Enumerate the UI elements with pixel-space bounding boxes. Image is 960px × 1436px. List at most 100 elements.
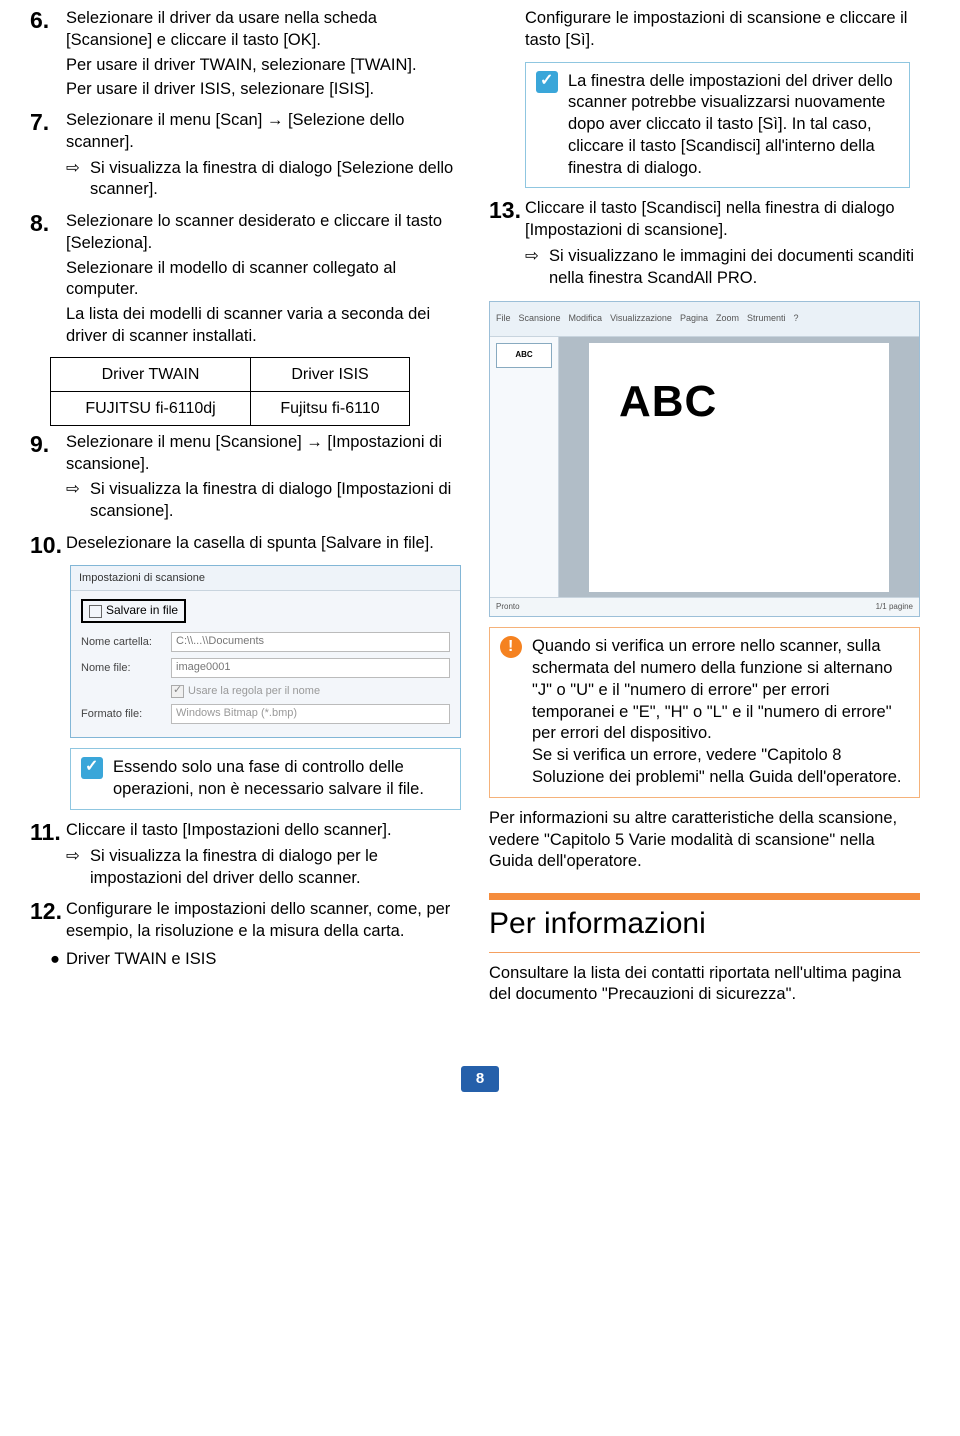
step-number: 7. (30, 110, 66, 205)
section-heading: Per informazioni (489, 904, 920, 944)
step-body: Cliccare il tasto [Impostazioni dello sc… (66, 820, 461, 893)
driver-table: Driver TWAIN Driver ISIS FUJITSU fi-6110… (50, 357, 410, 426)
result-indicator: ⇨ Si visualizza la finestra di dialogo [… (66, 158, 461, 202)
step-number: 13. (489, 198, 525, 293)
status-left: Pronto (496, 602, 520, 613)
step-number: 11. (30, 820, 66, 893)
note-text: La finestra delle impostazioni del drive… (568, 71, 899, 180)
step-8-text-b: Selezionare il modello di scanner colleg… (66, 258, 461, 302)
thumbnail-item[interactable]: ABC (496, 343, 552, 368)
step-11: 11. Cliccare il tasto [Impostazioni dell… (30, 820, 461, 893)
checkbox-icon (89, 605, 102, 618)
step-8-text-c: La lista dei modelli di scanner varia a … (66, 304, 461, 348)
table-cell-twain: FUJITSU fi-6110dj (51, 391, 251, 425)
step-number: 12. (30, 899, 66, 943)
right-column: Configurare le impostazioni di scansione… (489, 8, 920, 1006)
step-8: 8. Selezionare lo scanner desiderato e c… (30, 211, 461, 351)
app-toolbar: FileScansioneModificaVisualizzazionePagi… (490, 302, 919, 337)
warning-text: Quando si verifica un errore nello scann… (532, 636, 909, 788)
scan-settings-dialog: Impostazioni di scansione Salvare in fil… (70, 565, 461, 738)
folder-field[interactable]: C:\\...\\Documents (171, 632, 450, 652)
step-12: 12. Configurare le impostazioni dello sc… (30, 899, 461, 943)
format-label: Formato file: (81, 707, 161, 722)
status-bar: Pronto 1/1 pagine (490, 597, 919, 616)
table-cell-isis: Fujitsu fi-6110 (251, 391, 410, 425)
arrow-icon: ⇨ (66, 479, 90, 523)
step-number: 8. (30, 211, 66, 351)
file-name-row: Nome file: image0001 (71, 655, 460, 681)
arrow-icon: ⇨ (66, 158, 90, 202)
check-icon (81, 757, 103, 779)
step-6-text-c: Per usare il driver ISIS, selezionare [I… (66, 79, 461, 101)
step-13-text: Cliccare il tasto [Scandisci] nella fine… (525, 198, 920, 242)
step-body: Cliccare il tasto [Scandisci] nella fine… (525, 198, 920, 293)
note-box-rescan: La finestra delle impostazioni del drive… (525, 62, 910, 189)
step-6: 6. Selezionare il driver da usare nella … (30, 8, 461, 104)
warning-box: Quando si verifica un errore nello scann… (489, 627, 920, 797)
step-11-result: Si visualizza la finestra di dialogo per… (90, 846, 461, 890)
step-9-text: Selezionare il menu [Scansione] → [Impos… (66, 432, 461, 476)
file-field[interactable]: image0001 (171, 658, 450, 678)
step-9-result: Si visualizza la finestra di dialogo [Im… (90, 479, 461, 523)
page-container: 6. Selezionare il driver da usare nella … (0, 0, 960, 1036)
warning-icon (500, 636, 522, 658)
step-body: Selezionare il menu [Scansione] → [Impos… (66, 432, 461, 527)
step-13: 13. Cliccare il tasto [Scandisci] nella … (489, 198, 920, 293)
step-11-text: Cliccare il tasto [Impostazioni dello sc… (66, 820, 461, 842)
checkbox-icon: ✓ (171, 685, 184, 698)
scanned-page: ABC (589, 343, 889, 591)
folder-name-row: Nome cartella: C:\\...\\Documents (71, 629, 460, 655)
arrow-icon: ⇨ (66, 846, 90, 890)
step-number: 6. (30, 8, 66, 104)
name-rule-label: Usare la regola per il nome (188, 684, 320, 699)
step-body: Selezionare lo scanner desiderato e clic… (66, 211, 461, 351)
result-indicator: ⇨ Si visualizza la finestra di dialogo [… (66, 479, 461, 523)
step-body: Selezionare il menu [Scan] → [Selezione … (66, 110, 461, 205)
page-number-badge: 8 (461, 1066, 499, 1092)
step-9: 9. Selezionare il menu [Scansione] → [Im… (30, 432, 461, 527)
bullet-icon: ● (50, 949, 66, 971)
scandall-window: FileScansioneModificaVisualizzazionePagi… (489, 301, 920, 617)
step-body: Deselezionare la casella di spunta [Salv… (66, 533, 461, 557)
step-8-text-a: Selezionare lo scanner desiderato e clic… (66, 211, 461, 255)
preview-canvas: ABC (559, 337, 919, 597)
result-indicator: ⇨ Si visualizza la finestra di dialogo p… (66, 846, 461, 890)
arrow-icon: ⇨ (525, 246, 549, 290)
step-7-result: Si visualizza la finestra di dialogo [Se… (90, 158, 461, 202)
status-right: 1/1 pagine (876, 602, 913, 613)
format-row: Formato file: Windows Bitmap (*.bmp) (71, 701, 460, 727)
more-info-paragraph: Per informazioni su altre caratteristich… (489, 808, 920, 873)
folder-label: Nome cartella: (81, 635, 161, 650)
step-10: 10. Deselezionare la casella di spunta [… (30, 533, 461, 557)
result-indicator: ⇨ Si visualizzano le immagini dei docume… (525, 246, 920, 290)
table-header-twain: Driver TWAIN (51, 357, 251, 391)
step-6-text-b: Per usare il driver TWAIN, selezionare [… (66, 55, 461, 77)
save-to-file-label: Salvare in file (106, 603, 178, 619)
dialog-titlebar: Impostazioni di scansione (71, 566, 460, 591)
step-7: 7. Selezionare il menu [Scan] → [Selezio… (30, 110, 461, 205)
file-label: Nome file: (81, 661, 161, 676)
section-divider-thin (489, 952, 920, 953)
step-number: 9. (30, 432, 66, 527)
save-to-file-checkbox[interactable]: Salvare in file (81, 599, 186, 623)
step-body: Selezionare il driver da usare nella sch… (66, 8, 461, 104)
left-column: 6. Selezionare il driver da usare nella … (30, 8, 461, 1006)
driver-bullet: ● Driver TWAIN e ISIS (50, 949, 461, 971)
name-rule-row: ✓ Usare la regola per il nome (71, 681, 460, 702)
step-7-text: Selezionare il menu [Scan] → [Selezione … (66, 110, 461, 154)
contact-paragraph: Consultare la lista dei contatti riporta… (489, 963, 920, 1007)
step-number: 10. (30, 533, 66, 557)
step-12-text: Configurare le impostazioni dello scanne… (66, 899, 461, 943)
step-13-result: Si visualizzano le immagini dei document… (549, 246, 920, 290)
thumbnail-panel: ABC (490, 337, 559, 597)
table-header-isis: Driver ISIS (251, 357, 410, 391)
note-box-save-file: Essendo solo una fase di controllo delle… (70, 748, 461, 810)
step-body: Configurare le impostazioni dello scanne… (66, 899, 461, 943)
section-divider-thick (489, 893, 920, 900)
note-text: Essendo solo una fase di controllo delle… (113, 757, 450, 801)
format-field[interactable]: Windows Bitmap (*.bmp) (171, 704, 450, 724)
check-icon (536, 71, 558, 93)
step-10-text: Deselezionare la casella di spunta [Salv… (66, 533, 461, 555)
step-6-text-a: Selezionare il driver da usare nella sch… (66, 8, 461, 52)
continuation-text: Configurare le impostazioni di scansione… (525, 8, 920, 52)
